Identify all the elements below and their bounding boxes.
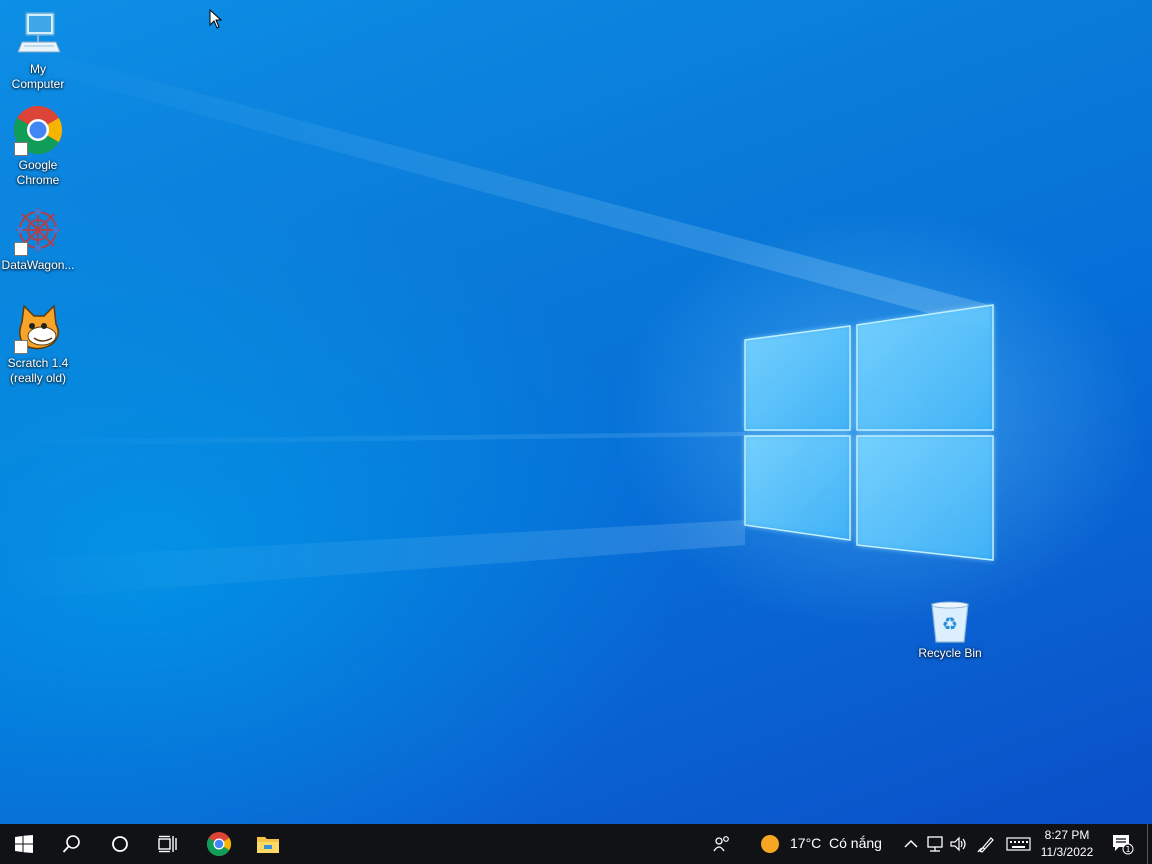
chrome-icon — [12, 104, 64, 156]
desktop-icon-label: Recycle Bin — [918, 646, 982, 660]
desktop-icon-label: Scratch 1.4 (really old) — [7, 356, 69, 385]
window-pane-top-left — [744, 325, 851, 431]
desktop-icon-label: Google Chrome — [16, 158, 60, 187]
weather-condition[interactable]: Có nắng — [829, 835, 882, 851]
recycle-bin-icon: ♻ — [924, 600, 976, 644]
desktop-icon-my-computer[interactable]: My Computer — [0, 8, 76, 92]
google-chrome-icon — [207, 832, 232, 857]
weather-temperature[interactable]: 17°C — [790, 835, 821, 851]
desktop-icon-label: DataWagon... — [1, 258, 75, 272]
desktop-icon-scratch[interactable]: Scratch 1.4 (really old) — [0, 302, 76, 386]
cortana-button[interactable] — [96, 824, 144, 864]
shortcut-arrow-icon — [14, 340, 28, 354]
desktop-icon-label: My Computer — [11, 62, 65, 91]
search-icon — [62, 835, 80, 853]
window-pane-bottom-left — [744, 435, 851, 541]
task-view-icon — [158, 835, 177, 853]
taskbar-chrome-button[interactable] — [195, 824, 243, 864]
window-pane-top-right — [856, 304, 994, 431]
windows-logo-icon — [15, 835, 33, 853]
desktop: My Computer Google Chrome DataWagon... S… — [0, 0, 1152, 824]
desktop-icon-datawagon[interactable]: DataWagon... — [0, 204, 76, 273]
svg-text:♻: ♻ — [942, 614, 958, 635]
clock-date: 11/3/2022 — [1040, 845, 1094, 859]
notification-icon: 1 — [1113, 835, 1134, 855]
chevron-up-icon[interactable] — [901, 834, 921, 854]
scratch-cat-icon — [12, 302, 64, 354]
mouse-cursor-icon — [209, 9, 223, 29]
weather-sun-icon[interactable] — [760, 834, 780, 854]
wallpaper — [0, 40, 994, 600]
taskbar-file-explorer-button[interactable] — [244, 824, 292, 864]
task-view-button[interactable] — [144, 824, 192, 864]
search-button[interactable] — [48, 824, 96, 864]
shortcut-arrow-icon — [14, 242, 28, 256]
window-pane-bottom-right — [856, 435, 994, 561]
action-center-button[interactable]: 1 — [1102, 824, 1142, 864]
desktop-icon-google-chrome[interactable]: Google Chrome — [0, 104, 76, 188]
keyboard-icon[interactable] — [1006, 834, 1032, 854]
clock-time: 8:27 PM — [1044, 828, 1090, 842]
show-desktop-button[interactable] — [1147, 824, 1148, 864]
network-icon[interactable] — [925, 834, 945, 854]
desktop-icon-recycle-bin[interactable]: ♻ Recycle Bin — [912, 600, 988, 661]
start-button[interactable] — [0, 824, 48, 864]
volume-icon[interactable] — [948, 834, 968, 854]
file-explorer-icon — [257, 837, 279, 853]
taskbar: 17°C Có nắng 8:27 PM 11/3/2022 1 — [0, 824, 1152, 864]
people-icon[interactable] — [712, 834, 732, 854]
clock[interactable]: 8:27 PM 11/3/2022 — [1032, 827, 1102, 861]
pen-icon[interactable] — [976, 834, 996, 854]
notification-count: 1 — [1125, 845, 1130, 854]
cortana-circle-icon — [112, 836, 128, 852]
shortcut-arrow-icon — [14, 142, 28, 156]
datawagon-icon — [12, 204, 64, 256]
computer-icon — [12, 8, 64, 60]
